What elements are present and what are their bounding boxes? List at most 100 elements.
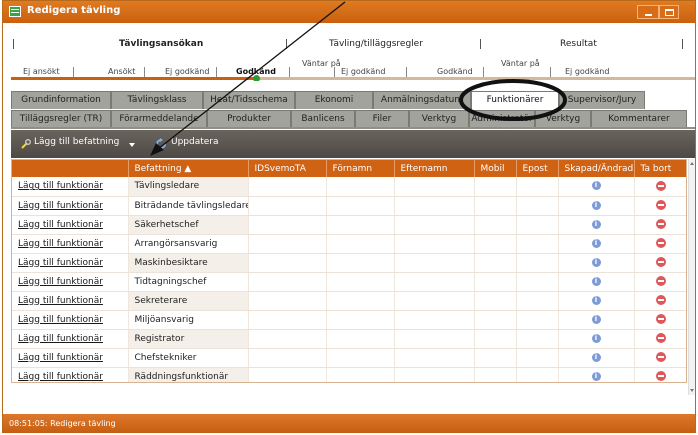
delete-icon[interactable]	[656, 181, 666, 191]
status-separator	[216, 67, 217, 77]
maximize-button[interactable]	[659, 5, 679, 19]
info-icon[interactable]: i	[591, 333, 601, 343]
position-cell: Sekreterare	[128, 291, 249, 311]
tab-administrator[interactable]: Administratör	[469, 110, 535, 128]
delete-icon[interactable]	[656, 295, 666, 306]
delete-icon[interactable]	[656, 257, 666, 268]
add-official-link[interactable]: Lägg till funktionär	[12, 291, 129, 311]
fornamn-cell	[326, 291, 395, 311]
delete-cell	[634, 215, 686, 235]
tab-banlicens[interactable]: Banlicens	[291, 110, 355, 128]
info-icon[interactable]: i	[591, 238, 601, 248]
scroll-up-icon[interactable]	[690, 162, 694, 165]
tab-tavlingsklass[interactable]: Tävlingsklass	[111, 91, 203, 109]
info-icon[interactable]: i	[591, 314, 601, 324]
chevron-down-icon[interactable]	[129, 143, 135, 147]
tab-funktionarer[interactable]: Funktionärer	[471, 91, 559, 109]
tab-tillaggsregler[interactable]: Tilläggsregler (TR)	[11, 110, 111, 128]
created-changed-cell: i	[558, 291, 635, 311]
add-official-link[interactable]: Lägg till funktionär	[12, 272, 129, 292]
efternamn-cell	[394, 310, 475, 330]
efternamn-cell	[394, 329, 475, 349]
table-row: Lägg till funktionär Tidtagningschef i	[12, 272, 686, 292]
tab-verktyg[interactable]: Verktyg	[409, 110, 469, 128]
vertical-scrollbar[interactable]	[688, 159, 695, 395]
add-official-link[interactable]: Lägg till funktionär	[12, 196, 129, 216]
table-row: Lägg till funktionär Säkerhetschef i	[12, 215, 686, 235]
column-header-mobil[interactable]: Mobil	[474, 160, 517, 177]
workflow-status: Godkänd	[437, 67, 473, 76]
info-icon[interactable]: i	[591, 257, 601, 267]
tab-ekonomi[interactable]: Ekonomi	[295, 91, 373, 109]
delete-cell	[634, 234, 686, 254]
mobil-cell	[474, 215, 517, 235]
table-row: Lägg till funktionär Chefstekniker i	[12, 348, 686, 368]
add-official-link[interactable]: Lägg till funktionär	[12, 348, 129, 368]
delete-icon[interactable]	[656, 219, 666, 230]
info-icon[interactable]: i	[591, 181, 601, 191]
column-header-idsvemota[interactable]: IDSvemoTA	[248, 160, 327, 177]
efternamn-cell	[394, 177, 475, 197]
mobil-cell	[474, 310, 517, 330]
workflow-progress-bar	[11, 75, 695, 82]
tab-heat-tidsschema[interactable]: Heat/Tidsschema	[203, 91, 295, 109]
epost-cell	[516, 348, 559, 368]
delete-icon[interactable]	[656, 238, 666, 249]
add-official-link[interactable]: Lägg till funktionär	[12, 310, 129, 330]
delete-icon[interactable]	[656, 200, 666, 211]
tab-filer[interactable]: Filer	[355, 110, 409, 128]
minimize-button[interactable]	[637, 5, 659, 19]
table-row: Lägg till funktionär Registrator i	[12, 329, 686, 349]
add-position-button[interactable]: Lägg till befattning	[34, 137, 119, 147]
delete-icon[interactable]	[656, 371, 666, 382]
mobil-cell	[474, 367, 517, 382]
position-cell: Tävlingsledare	[128, 177, 249, 197]
toolbar: Lägg till befattning Uppdatera	[11, 130, 695, 158]
workflow-status: Väntar på	[501, 59, 540, 68]
tab-grundinformation[interactable]: Grundinformation	[11, 91, 111, 109]
column-header-fornamn[interactable]: Förnamn	[326, 160, 395, 177]
add-official-link[interactable]: Lägg till funktionär	[12, 253, 129, 273]
mobil-cell	[474, 348, 517, 368]
delete-icon[interactable]	[656, 314, 666, 325]
delete-cell	[634, 329, 686, 349]
position-cell: Maskinbesiktare	[128, 253, 249, 273]
delete-icon[interactable]	[656, 276, 666, 287]
stage-separator	[286, 39, 287, 49]
efternamn-cell	[394, 253, 475, 273]
info-icon[interactable]: i	[591, 200, 601, 210]
efternamn-cell	[394, 291, 475, 311]
column-header-efternamn[interactable]: Efternamn	[394, 160, 475, 177]
add-official-link[interactable]: Lägg till funktionär	[12, 367, 129, 382]
position-cell: Säkerhetschef	[128, 215, 249, 235]
tab-anmalningsdatum[interactable]: Anmälningsdatum	[373, 91, 471, 109]
column-header-befattning[interactable]: Befattning ▲	[128, 160, 249, 177]
delete-icon[interactable]	[656, 333, 666, 344]
tab-produkter[interactable]: Produkter	[207, 110, 291, 128]
tab-verktyg-2[interactable]: Verktyg	[535, 110, 591, 128]
close-button[interactable]	[679, 5, 693, 19]
info-icon[interactable]: i	[591, 276, 601, 286]
status-separator	[73, 67, 74, 77]
info-icon[interactable]: i	[591, 352, 601, 362]
idsvemota-cell	[248, 177, 327, 197]
fornamn-cell	[326, 310, 395, 330]
column-header-skapad-andrad[interactable]: Skapad/Ändrad	[558, 160, 635, 177]
delete-icon[interactable]	[656, 352, 666, 363]
add-official-link[interactable]: Lägg till funktionär	[12, 234, 129, 254]
column-header-epost[interactable]: Epost	[516, 160, 559, 177]
scroll-down-icon[interactable]	[690, 389, 694, 392]
add-official-link[interactable]: Lägg till funktionär	[12, 215, 129, 235]
add-official-link[interactable]: Lägg till funktionär	[12, 329, 129, 349]
tab-kommentarer[interactable]: Kommentarer	[591, 110, 687, 128]
update-button[interactable]: Uppdatera	[171, 137, 219, 147]
tab-forarmeddelande[interactable]: Förarmeddelande	[111, 110, 207, 128]
add-official-link[interactable]: Lägg till funktionär	[12, 177, 129, 197]
tab-supervisor-jury[interactable]: Supervisor/Jury	[559, 91, 645, 109]
info-icon[interactable]: i	[591, 219, 601, 229]
info-icon[interactable]: i	[591, 295, 601, 305]
stage-separator	[13, 39, 14, 49]
refresh-icon	[156, 138, 166, 149]
info-icon[interactable]: i	[591, 371, 601, 381]
created-changed-cell: i	[558, 215, 635, 235]
